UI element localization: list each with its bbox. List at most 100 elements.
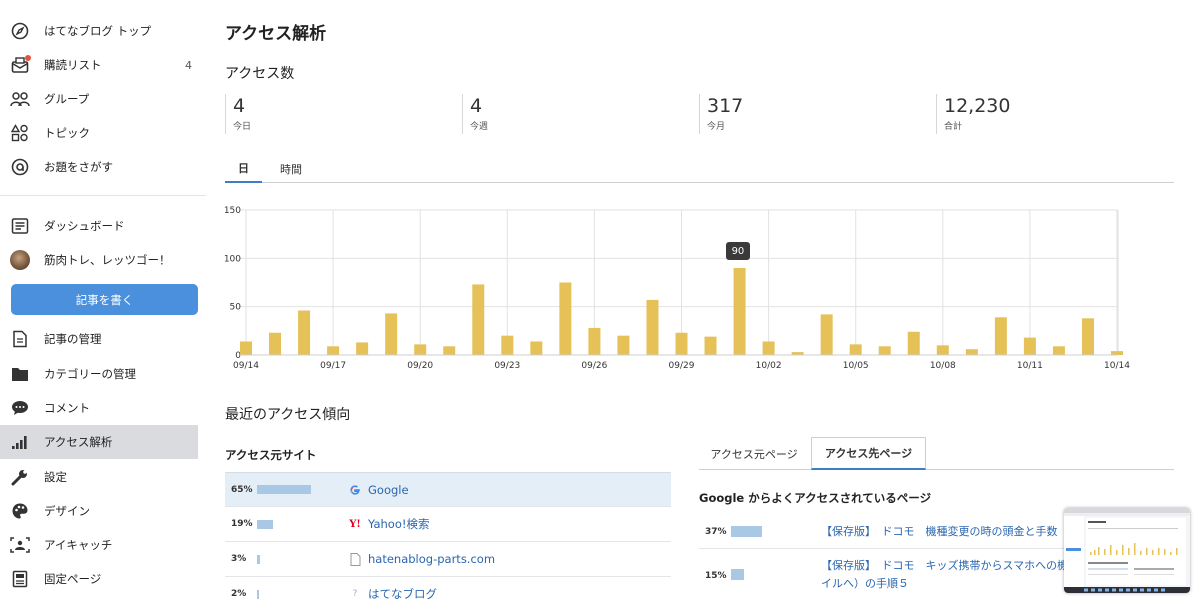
sidebar-item-design[interactable]: デザイン [0,494,198,528]
stat-total: 12,230 合計 [936,94,1172,134]
sidebar-item-label: 筋肉トレ、レッツゴー！ [44,253,171,267]
sidebar-item-label: ダッシュボード [44,219,125,233]
page-icon [10,569,30,589]
sidebar-item-label: はてなブログ トップ [44,24,152,38]
shapes-icon [10,123,30,143]
sidebar-item-label: アイキャッチ [44,538,113,552]
sidebar-item-label: 購読リスト [44,58,102,72]
sidebar-item-access-analytics[interactable]: アクセス解析 [0,425,198,459]
referrer-row[interactable]: 65% Google [225,472,671,507]
sidebar-item-manage-articles[interactable]: 記事の管理 [0,322,198,356]
chart-bar [1081,318,1094,355]
chart-bar [675,332,688,355]
referrer-link[interactable]: Yahoo!検索 [368,516,429,532]
chart-bar [1023,337,1036,355]
destination-row[interactable]: 37% 【保存版】 ドコモ 機種変更の時の頭金と手数 [699,514,1079,549]
sidebar-item-find-topics[interactable]: お題をさがす [0,150,198,184]
stat-label: 今日 [233,122,252,132]
tab-day[interactable]: 日 [225,154,262,183]
write-article-button[interactable]: 記事を書く [11,284,198,315]
sidebar-item-eyecatch[interactable]: アイキャッチ [0,528,198,562]
x-tick-label: 09/20 [407,361,433,371]
destination-bar [731,526,762,537]
sidebar-item-settings[interactable]: 設定 [0,460,198,494]
stat-label: 合計 [944,122,963,132]
chart-bar [1111,351,1123,355]
sidebar-item-topics[interactable]: トピック [0,116,198,150]
chart-bar [762,341,775,355]
recent-trend-heading: 最近のアクセス傾向 [225,407,351,423]
destination-link[interactable]: 【保存版】 ドコモ キッズ携帯からスマホへの機 [821,557,1068,575]
sidebar-item-label: 記事の管理 [44,332,102,346]
stat-this-week: 4 今週 [462,94,698,134]
chart-bar [849,344,862,355]
chart-bar [704,336,717,355]
yahoo-icon: Y! [349,518,361,530]
sidebar-item-hatenablog-top[interactable]: はてなブログ トップ [0,14,198,48]
referrer-bar-track [257,519,347,529]
destination-link[interactable]: 【保存版】 ドコモ 機種変更の時の頭金と手数 [821,523,1058,541]
sidebar-item-comments[interactable]: コメント [0,391,198,425]
google-icon [349,484,361,496]
chart-bar [356,342,369,355]
sidebar-item-label: アクセス解析 [44,435,113,449]
sidebar-item-label: 設定 [44,470,67,484]
referrer-row[interactable]: 3% hatenablog-parts.com [225,542,671,577]
referrer-row[interactable]: 2% ? はてなブログ [225,577,671,602]
referrer-link[interactable]: Google [368,483,409,497]
sidebar-item-label: 固定ページ [44,572,102,586]
chart-bar [530,341,543,355]
x-tick-label: 09/17 [320,361,346,371]
destination-link-continued[interactable]: イルへ）の手順５ [821,575,909,593]
period-tabs: 日 時間 [225,154,1174,183]
y-tick-label: 100 [224,254,241,264]
sidebar-item-label: トピック [44,126,90,140]
referrer-row[interactable]: 19% Y! Yahoo!検索 [225,507,671,542]
destination-bar [731,569,744,580]
chart-bar [443,346,456,355]
chart-bar [385,313,398,355]
chart-bar [733,268,746,355]
referrer-percent: 19% [231,519,253,529]
x-tick-label: 10/14 [1104,361,1130,371]
sidebar: はてなブログ トップ 購読リスト 4 グループ トピック お題をさがす ダッシュ… [0,0,206,602]
at-icon [10,157,30,177]
referrer-link[interactable]: hatenablog-parts.com [368,552,495,566]
chart-bar [240,341,252,355]
access-chart: 05010015009/14 09/17 09/20 09/23 09/26 09/29 1… [224,206,1130,371]
tab-source-pages[interactable]: アクセス元ページ [699,437,809,470]
destination-row[interactable]: 15% 【保存版】 ドコモ キッズ携帯からスマホへの機 イルへ）の手順５ [699,549,1079,602]
x-tick-label: 09/26 [581,361,607,371]
sidebar-item-dashboard[interactable]: ダッシュボード [0,209,198,243]
y-tick-label: 150 [224,206,241,216]
x-tick-label: 10/11 [1017,361,1043,371]
page-icon [349,552,361,566]
x-tick-label: 09/14 [233,361,259,371]
referrer-bar [257,519,273,529]
referrer-percent: 3% [231,554,247,564]
wrench-icon [10,467,30,487]
tab-destination-pages[interactable]: アクセス先ページ [811,437,926,470]
subscription-count: 4 [185,58,192,72]
chart-bar [298,310,311,355]
chart-bar [646,299,659,355]
referrer-bar [257,554,260,564]
signal-icon [10,432,30,452]
x-tick-label: 10/05 [843,361,869,371]
sidebar-item-subscriptions[interactable]: 購読リスト 4 [0,48,198,82]
destination-percent: 37% [705,527,727,537]
tab-hour[interactable]: 時間 [268,154,314,183]
screenshot-thumbnail[interactable] [1064,508,1190,593]
sidebar-item-label: カテゴリーの管理 [44,367,136,381]
sidebar-item-blog[interactable]: 筋肉トレ、レッツゴー！ [0,243,198,277]
sidebar-item-manage-categories[interactable]: カテゴリーの管理 [0,357,198,391]
chart-bar [588,327,601,355]
compass-icon [10,21,30,41]
mail-icon [10,55,31,75]
referrer-link[interactable]: はてなブログ [368,586,437,602]
sidebar-item-static-pages[interactable]: 固定ページ [0,562,198,596]
chart-bar [1052,346,1065,355]
chart-bar [327,346,340,355]
sidebar-item-groups[interactable]: グループ [0,82,198,116]
sidebar-divider [0,195,206,196]
